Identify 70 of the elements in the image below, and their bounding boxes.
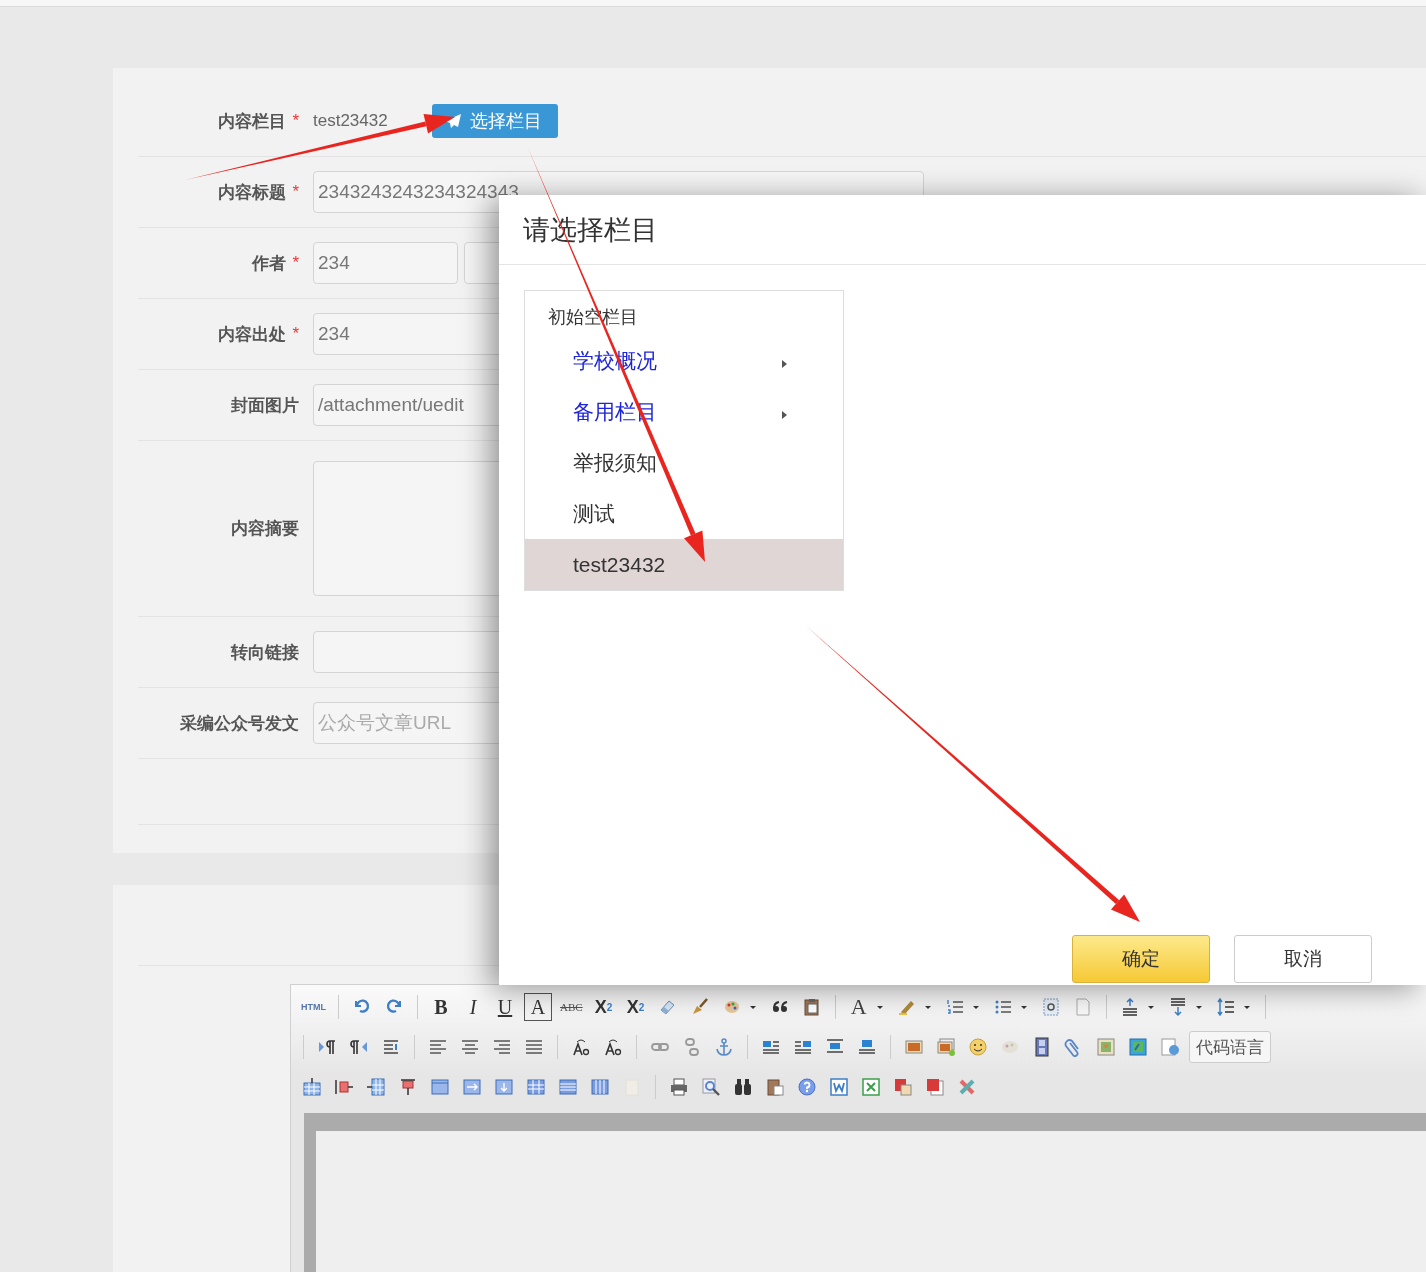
align-right-icon[interactable] bbox=[492, 1037, 512, 1057]
table-icon[interactable] bbox=[590, 1077, 610, 1097]
tree-item[interactable]: 举报须知 bbox=[525, 437, 843, 488]
image-align-icon[interactable] bbox=[857, 1037, 877, 1057]
format-button[interactable]: A bbox=[524, 993, 552, 1021]
cancel-button[interactable]: 取消 bbox=[1234, 935, 1372, 983]
code-language-select[interactable]: 代码语言 bbox=[1189, 1031, 1271, 1063]
numbered-list-icon[interactable] bbox=[944, 997, 965, 1017]
table-icon[interactable] bbox=[366, 1077, 386, 1097]
font-size-icon[interactable] bbox=[603, 1037, 623, 1057]
field-label: 封面图片 bbox=[231, 394, 299, 417]
word-document-icon[interactable] bbox=[829, 1077, 849, 1097]
format-button[interactable]: U bbox=[492, 994, 518, 1020]
anchor-icon[interactable] bbox=[714, 1037, 734, 1057]
field-label: 内容出处 bbox=[218, 323, 287, 346]
clipboard-icon[interactable] bbox=[765, 1077, 785, 1097]
align-left-icon[interactable] bbox=[428, 1037, 448, 1057]
film-icon[interactable] bbox=[1032, 1037, 1052, 1057]
cross-icon[interactable] bbox=[957, 1077, 977, 1097]
images-icon[interactable] bbox=[936, 1037, 956, 1057]
format-button[interactable]: B bbox=[428, 994, 454, 1020]
binoculars-icon[interactable] bbox=[733, 1077, 753, 1097]
field-label: 内容栏目 bbox=[218, 110, 287, 133]
pdf-icon[interactable] bbox=[925, 1077, 945, 1097]
confirm-button[interactable]: 确定 bbox=[1072, 935, 1210, 983]
paragraph-icon[interactable] bbox=[349, 1037, 369, 1057]
field-label: 内容标题 bbox=[218, 181, 287, 204]
author-input[interactable]: 234 bbox=[313, 242, 458, 284]
field-label: 采编公众号发文 bbox=[180, 712, 299, 735]
format-button[interactable]: ABC bbox=[558, 994, 585, 1020]
image-icon[interactable] bbox=[904, 1037, 924, 1057]
expand-arrow-icon[interactable] bbox=[782, 359, 787, 368]
required-mark: * bbox=[292, 253, 299, 273]
magnifier-icon[interactable] bbox=[701, 1077, 721, 1097]
expand-arrow-icon[interactable] bbox=[782, 410, 787, 419]
justify-icon[interactable] bbox=[524, 1037, 544, 1057]
indent-icon[interactable] bbox=[381, 1037, 401, 1057]
tree-item[interactable]: 测试 bbox=[525, 488, 843, 539]
table-icon[interactable] bbox=[558, 1077, 578, 1097]
required-mark: * bbox=[292, 182, 299, 202]
table-icon[interactable] bbox=[334, 1077, 354, 1097]
clipboard-icon[interactable] bbox=[801, 997, 822, 1017]
source-button[interactable]: HTML bbox=[299, 994, 328, 1020]
globe-icon[interactable] bbox=[1160, 1037, 1180, 1057]
spreadsheet-icon[interactable] bbox=[861, 1077, 881, 1097]
unlink-icon[interactable] bbox=[682, 1037, 702, 1057]
pdf-image-icon[interactable] bbox=[893, 1077, 913, 1097]
table-icon[interactable] bbox=[398, 1077, 418, 1097]
format-button[interactable]: A bbox=[845, 994, 872, 1020]
required-mark: * bbox=[292, 324, 299, 344]
format-button[interactable]: X$^{2}$ bbox=[590, 994, 617, 1020]
field-label: 转向链接 bbox=[231, 641, 299, 664]
field-label: 内容摘要 bbox=[231, 518, 299, 540]
dashed-box-icon[interactable] bbox=[1040, 997, 1061, 1017]
line-height-icon[interactable] bbox=[1215, 997, 1236, 1017]
font-size-icon[interactable] bbox=[571, 1037, 591, 1057]
field-label: 作者 bbox=[252, 252, 287, 275]
map-icon[interactable] bbox=[1128, 1037, 1148, 1057]
map-icon[interactable] bbox=[1096, 1037, 1116, 1057]
printer-icon[interactable] bbox=[669, 1077, 689, 1097]
format-button[interactable]: I bbox=[460, 994, 486, 1020]
table-icon[interactable] bbox=[526, 1077, 546, 1097]
paragraph-icon[interactable] bbox=[317, 1037, 337, 1057]
required-mark: * bbox=[292, 111, 299, 131]
category-value: test23432 bbox=[313, 111, 388, 131]
help-icon[interactable] bbox=[797, 1077, 817, 1097]
align-center-icon[interactable] bbox=[460, 1037, 480, 1057]
tree-item[interactable]: test23432 bbox=[525, 539, 843, 590]
table-icon[interactable] bbox=[302, 1077, 322, 1097]
smiley-icon[interactable] bbox=[968, 1037, 988, 1057]
